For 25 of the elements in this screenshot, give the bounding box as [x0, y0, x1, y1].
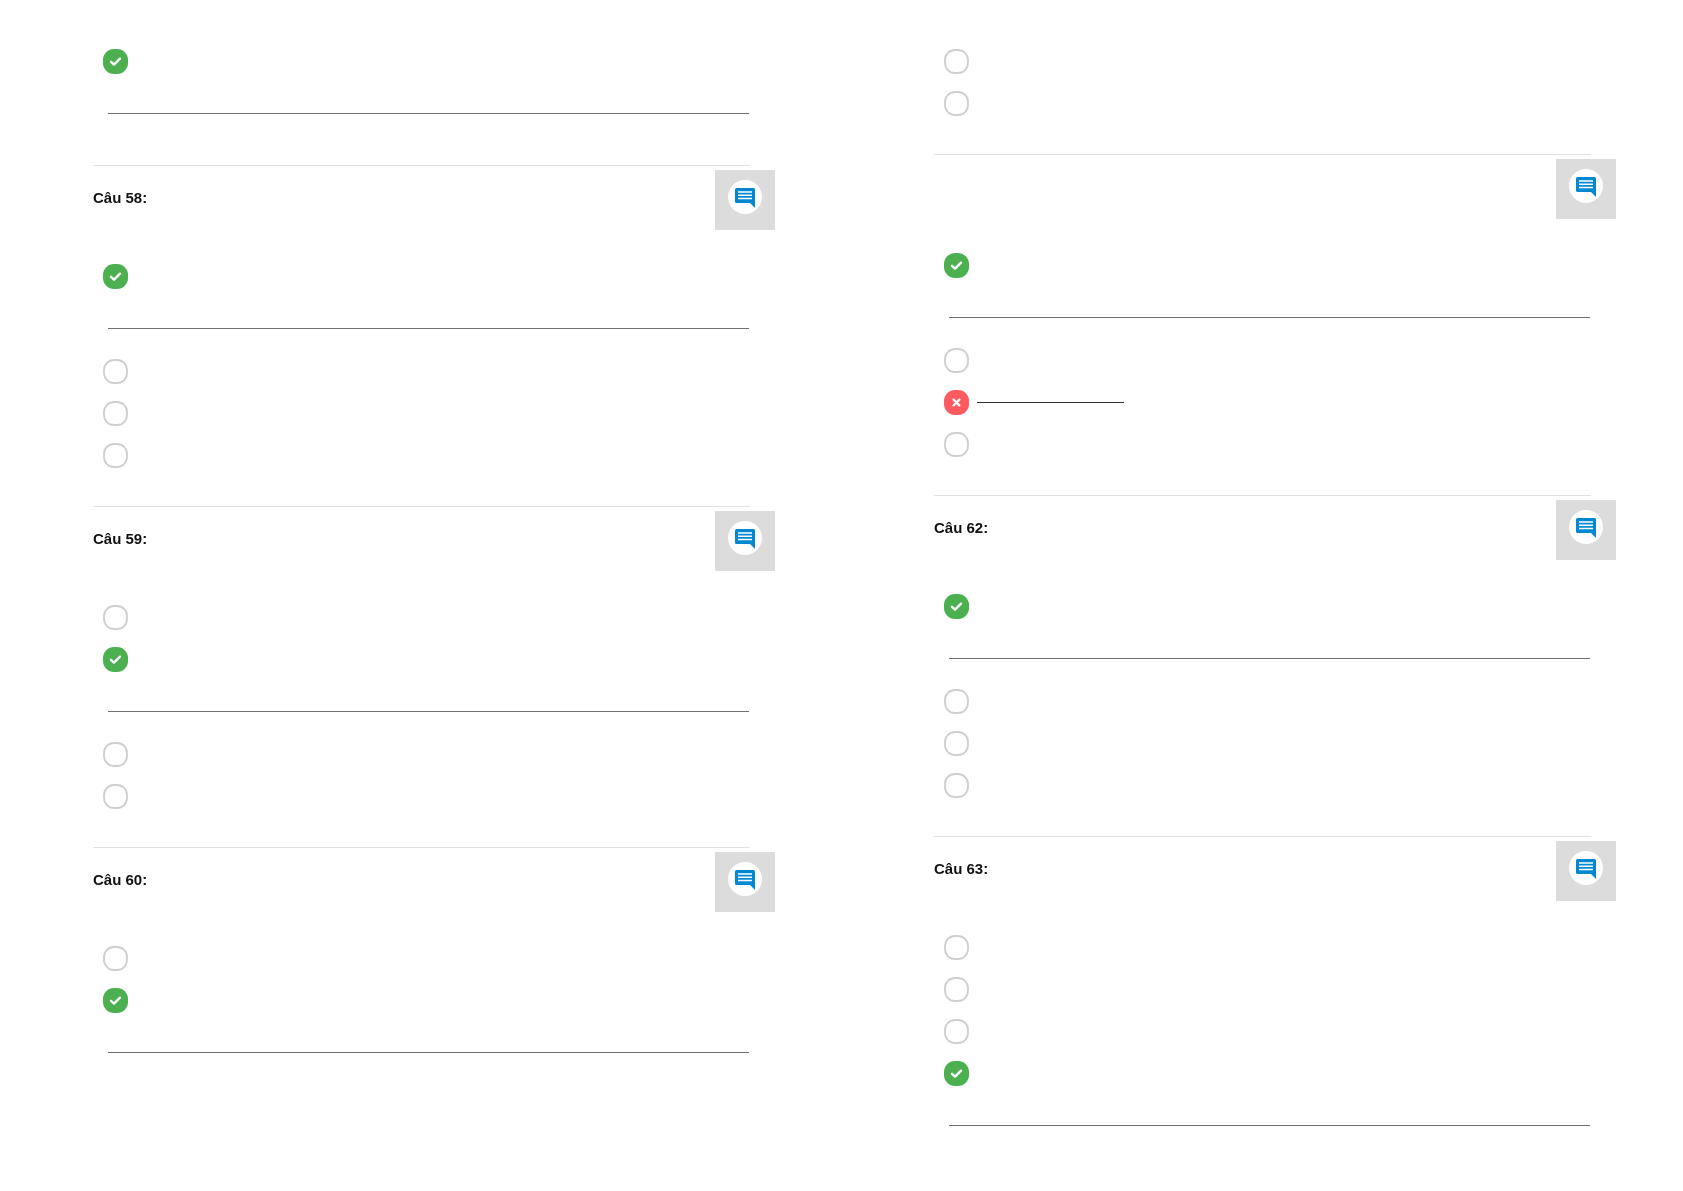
comment-button[interactable] [1556, 500, 1616, 560]
question-label: Câu 59: [93, 530, 148, 548]
comment-button[interactable] [715, 852, 775, 912]
question-label: Câu 63: [934, 860, 989, 878]
comment-button[interactable] [1556, 841, 1616, 901]
check-icon [103, 48, 128, 74]
check-icon [944, 1060, 969, 1086]
check-icon [103, 263, 128, 289]
comment-icon [728, 180, 762, 214]
question-label: Câu 62: [934, 519, 989, 537]
check-icon [103, 987, 128, 1013]
check-icon [103, 646, 128, 672]
comment-icon [728, 862, 762, 896]
comment-button[interactable] [715, 511, 775, 571]
question-label: Câu 60: [93, 871, 148, 889]
comment-button[interactable] [715, 170, 775, 230]
cross-icon [944, 389, 969, 415]
comment-icon [1569, 851, 1603, 885]
check-icon [944, 252, 969, 278]
check-icon [944, 593, 969, 619]
comment-button[interactable] [1556, 159, 1616, 219]
comment-icon [728, 521, 762, 555]
question-label: Câu 58: [93, 189, 148, 207]
comment-icon [1569, 169, 1603, 203]
comment-icon [1569, 510, 1603, 544]
